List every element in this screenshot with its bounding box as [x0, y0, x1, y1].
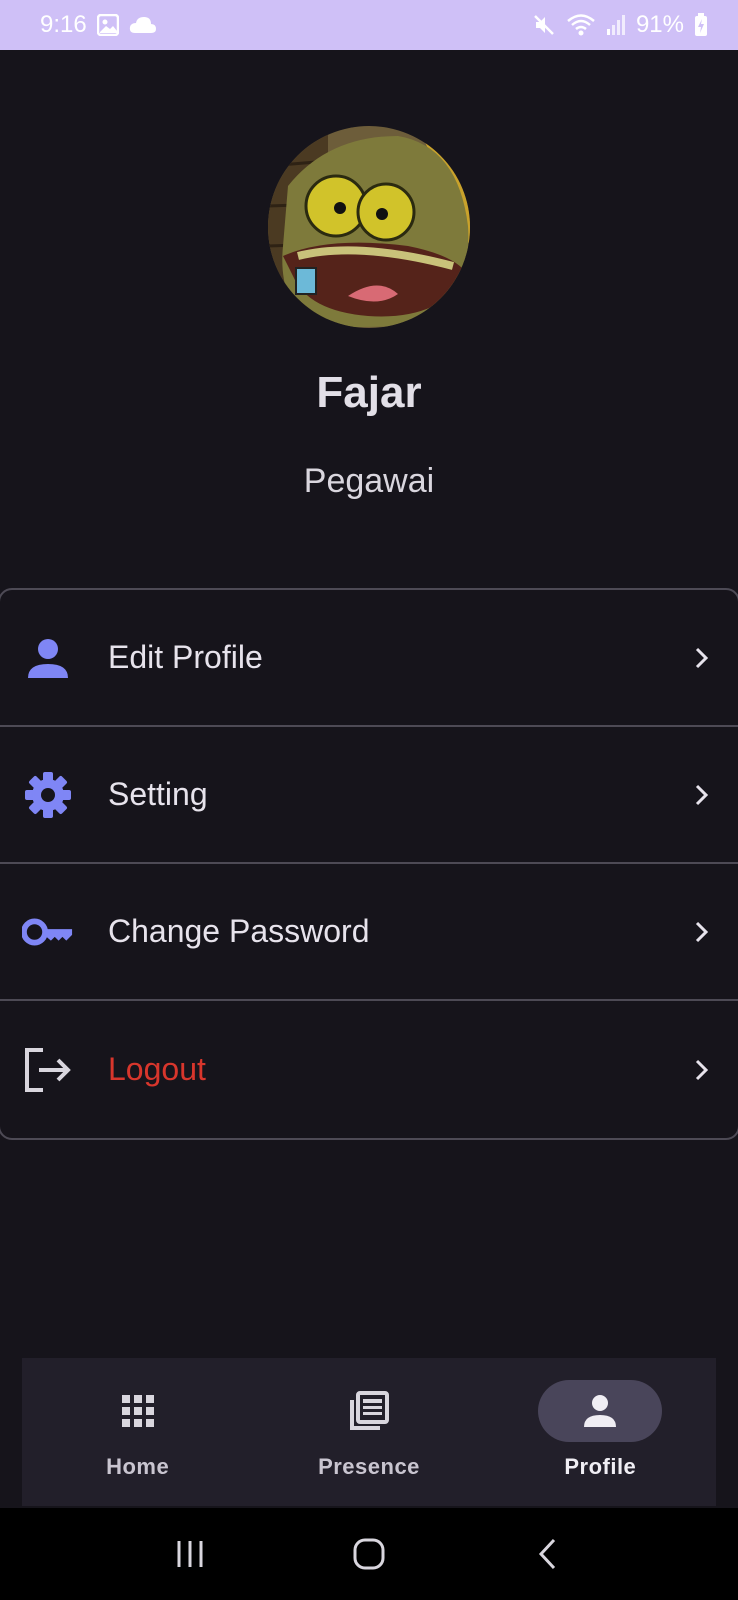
gallery-icon [96, 14, 119, 36]
status-left: 9:16 [40, 11, 157, 39]
status-bar: 9:16 91% [0, 0, 738, 50]
profile-name: Fajar [316, 368, 422, 417]
nav-indicator [76, 1380, 200, 1442]
profile-role: Pegawai [303, 462, 435, 500]
menu-item-edit-profile[interactable]: Edit Profile [0, 590, 738, 727]
back-icon [539, 1538, 556, 1570]
key-icon [22, 906, 74, 958]
menu-label: Edit Profile [108, 639, 263, 675]
wifi-icon [566, 13, 596, 37]
person-icon [584, 1395, 617, 1427]
grid-icon [121, 1395, 154, 1427]
profile-menu: Edit Profile Setting Change Password Log… [0, 588, 738, 1140]
menu-item-logout[interactable]: Logout [0, 1001, 738, 1138]
status-time: 9:16 [40, 11, 87, 38]
nav-label-profile: Profile [564, 1454, 637, 1479]
logout-icon [22, 1044, 74, 1096]
status-right: 91% [532, 11, 708, 39]
person-icon [22, 632, 74, 684]
nav-indicator-active [538, 1380, 663, 1442]
signal-icon [606, 14, 626, 36]
nav-label-home: Home [106, 1454, 170, 1479]
nav-item-home[interactable]: Home [22, 1358, 253, 1506]
profile-screen: Fajar Pegawai Edit Profile Setting Chang… [0, 50, 738, 1508]
gear-icon [22, 769, 74, 821]
home-button[interactable] [344, 1529, 394, 1579]
nav-item-presence[interactable]: Presence [253, 1358, 484, 1506]
battery-percentage: 91% [635, 11, 684, 38]
battery-charging-icon [694, 13, 708, 37]
chevron-right-icon [690, 920, 714, 944]
menu-item-change-password[interactable]: Change Password [0, 864, 738, 1001]
chevron-right-icon [690, 646, 714, 670]
avatar[interactable] [268, 126, 470, 328]
recent-apps-icon [177, 1541, 203, 1567]
menu-label-logout: Logout [108, 1051, 206, 1087]
cloud-icon [129, 15, 157, 35]
chevron-right-icon [690, 783, 714, 807]
home-circle-icon [353, 1538, 385, 1570]
nav-indicator [307, 1380, 431, 1442]
nav-item-profile[interactable]: Profile [485, 1358, 716, 1506]
menu-label: Change Password [108, 913, 370, 949]
news-icon [349, 1391, 389, 1430]
nav-label-presence: Presence [318, 1454, 420, 1479]
system-navigation-bar [0, 1508, 738, 1600]
recent-apps-button[interactable] [165, 1529, 215, 1579]
menu-item-setting[interactable]: Setting [0, 727, 738, 864]
chevron-right-icon [690, 1058, 714, 1082]
back-button[interactable] [523, 1529, 573, 1579]
bottom-navigation: Home Presence Profile [22, 1358, 716, 1506]
menu-label: Setting [108, 776, 208, 812]
mute-icon [532, 13, 556, 37]
